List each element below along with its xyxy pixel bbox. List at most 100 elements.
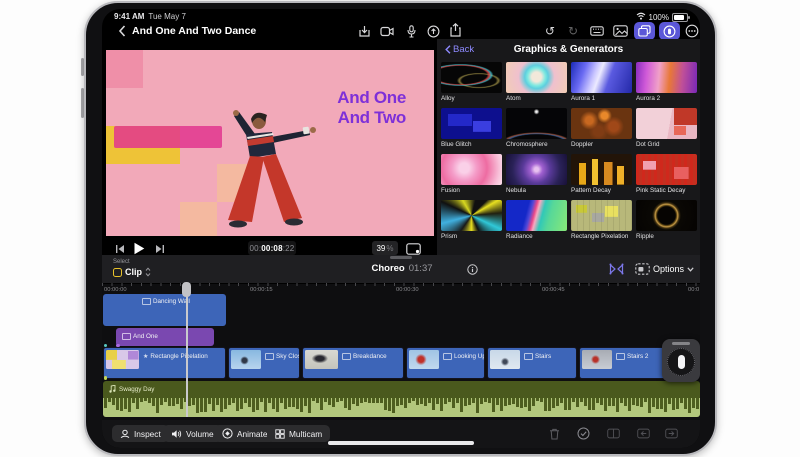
media-browser-icon[interactable] [612, 24, 629, 38]
storyline-clip[interactable]: Stairs 2 [579, 347, 669, 379]
redo-icon[interactable]: ↻ [565, 23, 581, 39]
clip-appearance-icon[interactable] [634, 262, 650, 276]
jog-wheel[interactable] [662, 339, 700, 382]
keyboard-icon[interactable] [589, 24, 605, 38]
multicam-button[interactable]: Multicam [267, 425, 330, 442]
undo-icon[interactable]: ↺ [542, 23, 558, 39]
generator-thumbnail[interactable] [636, 200, 697, 231]
generator-thumbnail[interactable] [506, 200, 567, 231]
storyline-clip[interactable]: Breakdance [302, 347, 404, 379]
generator-thumbnail[interactable] [571, 154, 632, 185]
jog-wheel-handle[interactable] [672, 342, 690, 345]
panel-title: Graphics & Generators [437, 44, 700, 55]
generator-item[interactable]: Prism [441, 200, 502, 240]
previous-frame-button[interactable] [114, 243, 126, 254]
video-preview[interactable]: And One And Two [106, 50, 434, 236]
connection-dot [104, 376, 108, 380]
playhead-line[interactable] [186, 283, 188, 417]
inspector-button[interactable] [659, 22, 680, 40]
microphone-icon[interactable] [403, 23, 419, 39]
playhead-handle[interactable] [182, 282, 191, 297]
storyline-clip[interactable]: ★Rectangle Pixelation [103, 347, 226, 379]
options-menu[interactable]: Options [653, 264, 694, 274]
favorite-icon: ★ [143, 354, 148, 360]
title-clip-icon [122, 333, 131, 340]
timecode-display[interactable]: 00:00:08:22 [248, 241, 296, 255]
generator-item[interactable]: Pink Static Decay [636, 154, 697, 194]
audio-clip-swaggy-day[interactable]: Swaggy Day [103, 381, 700, 417]
generator-thumbnail[interactable] [636, 108, 697, 139]
generator-item[interactable]: Pattern Decay [571, 154, 632, 194]
timeline-resize-handle[interactable] [390, 256, 412, 259]
generator-item[interactable]: Radiance [506, 200, 567, 240]
generator-thumbnail[interactable] [571, 200, 632, 231]
import-media-icon[interactable] [356, 23, 372, 39]
generator-thumbnail[interactable] [441, 200, 502, 231]
trim-end-icon[interactable] [665, 427, 678, 440]
share-icon[interactable] [447, 22, 463, 38]
animate-icon [222, 428, 233, 439]
graphics-generators-panel: Back Graphics & Generators Alloy Atom Au… [437, 39, 700, 255]
video-clip-icon [443, 353, 452, 360]
generator-thumbnail[interactable] [441, 154, 502, 185]
generator-item[interactable]: Fusion [441, 154, 502, 194]
generator-item[interactable]: Blue Glitch [441, 108, 502, 148]
more-options-icon[interactable] [684, 23, 700, 39]
play-button[interactable] [132, 241, 146, 255]
generator-item[interactable]: Chromosphere [506, 108, 567, 148]
back-chevron-icon[interactable] [117, 25, 127, 37]
generator-item[interactable]: Dot Grid [636, 108, 697, 148]
final-cut-pro-screen: 9:41 AMTue May 7 100% And One And Two Da… [102, 9, 700, 448]
generator-thumbnail[interactable] [636, 154, 697, 185]
clip-thumbnail [582, 350, 612, 369]
approve-icon[interactable] [577, 427, 590, 440]
generator-thumbnail[interactable] [441, 62, 502, 93]
generator-item[interactable]: Aurora 2 [636, 62, 697, 102]
clip-thumbnail [490, 350, 520, 369]
storyline-clip[interactable]: Stairs [487, 347, 577, 379]
dancer-figure [106, 50, 434, 236]
generator-item[interactable]: Atom [506, 62, 567, 102]
record-video-icon[interactable] [379, 23, 395, 39]
storyline-clip[interactable]: Sky Close-… [228, 347, 300, 379]
storyline-clip[interactable]: Looking Up [406, 347, 485, 379]
inspect-button[interactable]: Inspect [112, 425, 169, 442]
live-drawing-icon[interactable] [425, 23, 441, 39]
tool-selector[interactable]: Clip [113, 267, 151, 277]
generator-item[interactable]: Doppler [571, 108, 632, 148]
generator-thumbnail[interactable] [571, 62, 632, 93]
viewer-display-options-icon[interactable] [405, 242, 421, 255]
jog-wheel-knob[interactable] [678, 355, 685, 369]
generator-item[interactable]: Alloy [441, 62, 502, 102]
home-indicator[interactable] [328, 441, 474, 445]
connected-clip-dancing-wall[interactable]: Dancing Wall [103, 294, 226, 326]
generator-thumbnail[interactable] [506, 108, 567, 139]
generator-item[interactable]: Ripple [636, 200, 697, 240]
connection-dot [116, 344, 120, 348]
generator-thumbnail[interactable] [571, 108, 632, 139]
project-info-icon[interactable] [466, 263, 478, 275]
content-library-button[interactable] [634, 22, 655, 40]
connect-clips-icon[interactable] [608, 262, 624, 276]
volume-button[interactable]: Volume [163, 425, 222, 442]
generator-thumbnail[interactable] [506, 154, 567, 185]
generator-item[interactable]: Nebula [506, 154, 567, 194]
next-frame-button[interactable] [154, 243, 166, 254]
clip-tool-icon [113, 268, 122, 277]
title-clip-and-one[interactable]: And One [116, 328, 214, 346]
clip-thumbnail [305, 350, 338, 369]
video-clip-icon [616, 353, 625, 360]
generator-thumbnail[interactable] [636, 62, 697, 93]
trim-start-icon[interactable] [637, 427, 650, 440]
clip-thumbnail [105, 296, 138, 313]
generator-thumbnail[interactable] [441, 108, 502, 139]
clip-thumbnail [106, 350, 139, 369]
generator-item[interactable]: Aurora 1 [571, 62, 632, 102]
split-clip-icon[interactable] [607, 427, 620, 440]
delete-icon[interactable] [548, 427, 561, 440]
zoom-level-control[interactable]: 39% [372, 241, 398, 255]
generator-thumbnail[interactable] [506, 62, 567, 93]
generator-item[interactable]: Rectangle Pixelation [571, 200, 632, 240]
project-info: Choreo01:37 [342, 263, 462, 274]
timeline-panel: Select Clip Choreo01:37 Options 00:00:00… [102, 255, 700, 420]
